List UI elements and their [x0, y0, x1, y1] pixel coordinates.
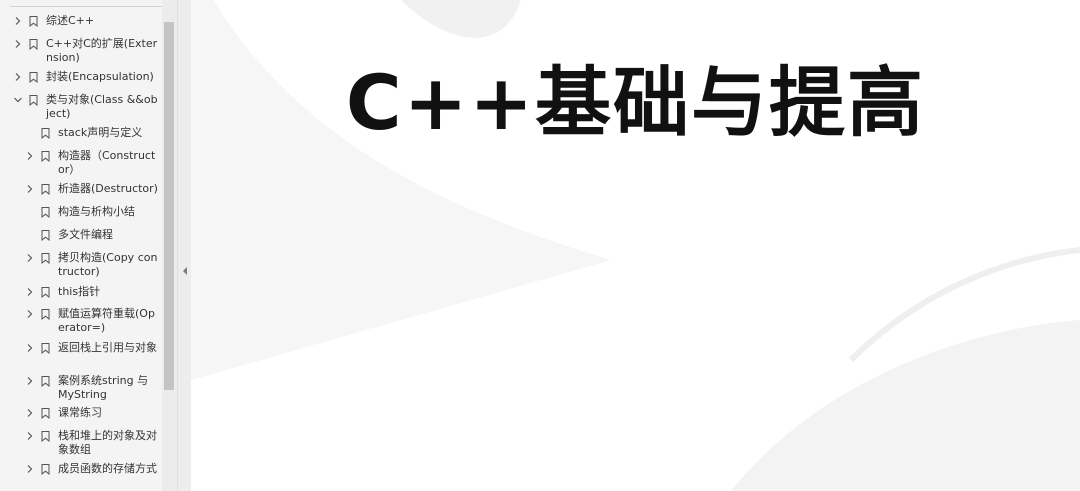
bookmark-label: 拷贝构造(Copy contructor): [58, 251, 158, 278]
bookmark-label: 构造与析构小结: [58, 205, 135, 218]
chevron-right-icon[interactable]: [25, 408, 35, 418]
bookmark-icon: [41, 253, 50, 264]
bookmark-label: 构造器（Constructor）: [58, 149, 156, 176]
bookmark-icon: [41, 408, 50, 419]
bookmark-label: 赋值运算符重载(Operator=): [58, 307, 155, 334]
sidebar-resize-gutter[interactable]: [177, 0, 192, 491]
chevron-down-icon[interactable]: [13, 95, 23, 105]
document-title: C++基础与提高: [345, 58, 926, 147]
bookmark-label: 析造器(Destructor): [58, 182, 158, 195]
bookmark-icon: [29, 16, 38, 27]
chevron-right-icon[interactable]: [25, 184, 35, 194]
bookmark-label: 类与对象(Class &&object): [46, 93, 158, 120]
bookmark-icon: [41, 184, 50, 195]
bookmark-icon: [41, 151, 50, 162]
bookmark-icon: [41, 207, 50, 218]
bookmark-icon: [41, 287, 50, 298]
chevron-right-icon[interactable]: [25, 309, 35, 319]
sidebar-scrollbar[interactable]: [162, 0, 177, 491]
bookmark-icon: [29, 95, 38, 106]
triangle-left-icon[interactable]: [181, 266, 189, 276]
bookmark-icon: [41, 309, 50, 320]
chevron-right-icon[interactable]: [25, 287, 35, 297]
bookmark-icon: [41, 431, 50, 442]
bookmark-icon: [41, 230, 50, 241]
scrollbar-thumb[interactable]: [164, 22, 174, 390]
bookmark-label: 综述C++: [46, 14, 95, 27]
bookmark-sidebar: 综述C++ C++对C的扩展(Externsion) 封装(Encapsulatio…: [0, 0, 177, 491]
chevron-right-icon[interactable]: [13, 72, 23, 82]
bookmark-label: 案例系统string 与 MyString: [58, 374, 149, 401]
chevron-right-icon[interactable]: [25, 343, 35, 353]
bookmark-icon: [41, 128, 50, 139]
bookmark-label: this指针: [58, 285, 101, 298]
bookmark-icon: [29, 72, 38, 83]
chevron-right-icon[interactable]: [13, 16, 23, 26]
bookmark-icon: [41, 343, 50, 354]
chevron-right-icon[interactable]: [13, 39, 23, 49]
bookmark-label: C++对C的扩展(Externsion): [46, 37, 158, 64]
bookmark-icon: [41, 376, 50, 387]
chevron-right-icon[interactable]: [25, 151, 35, 161]
bookmark-label: 多文件编程: [58, 228, 113, 241]
bookmark-label: 封装(Encapsulation): [46, 70, 154, 83]
chevron-right-icon[interactable]: [25, 253, 35, 263]
bookmark-label: 栈和堆上的对象及对象数组: [58, 429, 157, 456]
chevron-right-icon[interactable]: [25, 431, 35, 441]
bookmark-label: 返回栈上引用与对象: [58, 341, 157, 354]
sidebar-divider: [10, 6, 168, 7]
bookmark-label: stack声明与定义: [58, 126, 143, 139]
document-page: C++基础与提高: [191, 0, 1080, 491]
chevron-right-icon[interactable]: [25, 464, 35, 474]
chevron-right-icon[interactable]: [25, 376, 35, 386]
bookmark-icon: [29, 39, 38, 50]
bookmark-label: 课常练习: [58, 406, 102, 419]
bookmark-label: 成员函数的存储方式: [58, 462, 157, 475]
bookmark-icon: [41, 464, 50, 475]
